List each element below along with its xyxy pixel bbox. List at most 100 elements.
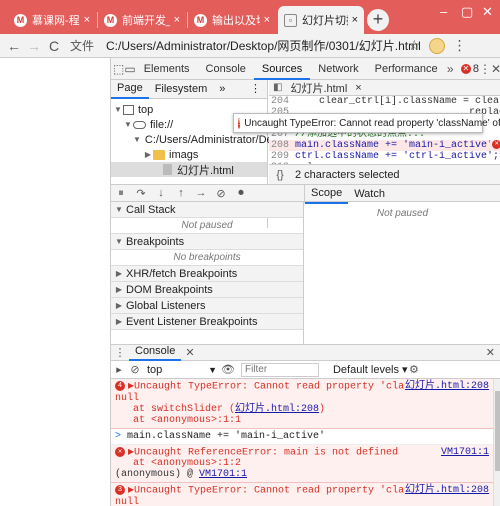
tree-item-file-html[interactable]: 幻灯片.html (111, 162, 267, 177)
console-sidebar-icon[interactable]: ▸ (111, 363, 127, 376)
tab-console[interactable]: Console (198, 58, 254, 80)
source-link[interactable]: 幻灯片.html:208 (404, 485, 489, 497)
editor-file-close-icon[interactable]: × (351, 82, 365, 94)
code-text: main.className += 'main-i_active'; (295, 140, 491, 151)
tab-close-icon[interactable]: × (84, 14, 90, 26)
tab-console-drawer[interactable]: Console (129, 344, 182, 361)
section-title: XHR/fetch Breakpoints (126, 267, 238, 280)
devtools-settings-icon[interactable]: ⋮ (479, 62, 491, 76)
pretty-print-icon[interactable]: {} (269, 169, 291, 181)
pause-on-exceptions-icon[interactable]: ⏺ (231, 187, 251, 200)
section-title: Breakpoints (126, 235, 185, 248)
live-expression-eye-icon[interactable]: 👁 (221, 363, 235, 376)
collapse-arrow-icon: ▶ (115, 301, 123, 310)
tab-performance[interactable]: Performance (367, 58, 446, 80)
source-link[interactable]: VM1701:1 (440, 446, 489, 458)
inspect-element-icon[interactable]: ⬚ (113, 62, 124, 76)
minimize-icon[interactable]: – (440, 4, 447, 19)
collapse-arrow-icon: ▶ (115, 269, 123, 278)
devtools-close-icon[interactable]: ✕ (491, 62, 500, 76)
tab-scope[interactable]: Scope (305, 185, 349, 204)
tab-watch[interactable]: Watch (348, 186, 391, 203)
console-settings-icon[interactable]: ⚙ (409, 363, 419, 376)
back-button[interactable]: ← (4, 38, 24, 54)
tree-item-folder-imags[interactable]: ▶ imags (111, 147, 267, 162)
drawer-tab-close-icon[interactable]: ✕ (185, 346, 194, 359)
more-navigator-tabs-icon[interactable]: » (213, 80, 231, 98)
console-scrollbar[interactable] (493, 379, 500, 506)
code-line: 209 ctrl.className += 'ctrl-i_active'; (269, 151, 500, 162)
tab-filesystem[interactable]: Filesystem (149, 80, 214, 98)
console-toolbar: ▸ ⊘ top ▼ 👁 Default levels ▾ ⚙ (111, 361, 500, 379)
section-xhr-breakpoints[interactable]: ▶ XHR/fetch Breakpoints (111, 266, 303, 282)
browser-tab-active[interactable]: ▫ 幻灯片切换 × (278, 6, 364, 34)
forward-button[interactable]: → (24, 38, 44, 54)
collapse-arrow-icon: ▶ (144, 150, 152, 159)
tab-close-icon[interactable]: × (264, 14, 270, 26)
line-number[interactable]: 209 (269, 151, 295, 162)
browser-tab-3[interactable]: M 输出以及切 × (188, 6, 276, 34)
console-error-message: 4 ▶Uncaught TypeError: Cannot read proper… (111, 379, 493, 429)
clear-console-icon[interactable]: ⊘ (127, 363, 143, 376)
section-dom-breakpoints[interactable]: ▶ DOM Breakpoints (111, 282, 303, 298)
breakpoints-empty: No breakpoints (111, 250, 303, 266)
tab-elements[interactable]: Elements (136, 58, 198, 80)
scrollbar-thumb[interactable] (495, 391, 500, 471)
tab-close-icon[interactable]: × (174, 14, 180, 26)
more-tabs-icon[interactable]: » (446, 62, 455, 76)
tree-item-folder-desktop[interactable]: ▼ C:/Users/Administrator/Deskto (111, 132, 293, 147)
step-over-icon[interactable]: ↷ (131, 187, 151, 200)
drawer-menu-icon[interactable]: ⋮ (111, 346, 129, 359)
device-toolbar-icon[interactable]: ▭ (124, 62, 135, 76)
new-tab-button[interactable]: + (367, 9, 389, 31)
browser-menu-icon[interactable]: ⋮ (453, 37, 467, 54)
toggle-navigator-icon[interactable]: ◧ (269, 82, 286, 93)
deactivate-breakpoints-icon[interactable]: ⊘ (211, 187, 231, 200)
tab-favicon-icon: M (194, 13, 207, 27)
section-breakpoints[interactable]: ▼ Breakpoints (111, 234, 303, 250)
debugger-sidebar: ▼ Call Stack Not paused ▼ Breakpoints No… (111, 202, 304, 344)
section-event-listener-breakpoints[interactable]: ▶ Event Listener Breakpoints (111, 314, 303, 330)
context-select[interactable]: top ▼ (147, 364, 217, 376)
expand-arrow-icon: ▼ (114, 105, 122, 114)
profile-avatar[interactable] (428, 37, 445, 54)
tab-sources[interactable]: Sources (253, 58, 311, 80)
url-text[interactable]: C:/Users/Administrator/Desktop/网页制作/0301… (106, 37, 421, 54)
console-filter-input[interactable] (240, 362, 319, 377)
tab-close-icon[interactable]: × (352, 14, 358, 26)
line-number[interactable]: 208 (269, 140, 295, 151)
folder-icon (153, 149, 165, 160)
address-bar[interactable]: 文件 C:/Users/Administrator/Desktop/网页制作/0… (70, 36, 421, 56)
repeat-count-badge: 3 (115, 485, 125, 496)
stack-link[interactable]: 幻灯片.html:208 (235, 404, 319, 415)
tab-page[interactable]: Page (111, 79, 149, 99)
pause-icon[interactable]: ⏸ (111, 187, 131, 200)
step-into-icon[interactable]: ↓ (151, 187, 171, 199)
bookmark-star-icon[interactable]: ☆ (408, 37, 421, 54)
code-view[interactable]: 204 clear_ctrl[i].className = clear_ctrl… (269, 96, 500, 173)
drawer-close-icon[interactable]: ✕ (486, 346, 495, 359)
error-count-badge[interactable]: ✕ 8 (460, 63, 479, 75)
line-error-icon[interactable]: ✕ (492, 140, 500, 149)
log-levels-select[interactable]: Default levels ▾ (333, 363, 409, 376)
maximize-icon[interactable]: ▢ (461, 4, 473, 20)
error-text[interactable]: ▶Uncaught ReferenceError: main is not de… (128, 447, 398, 458)
section-global-listeners[interactable]: ▶ Global Listeners (111, 298, 303, 314)
navigator-menu-icon[interactable]: ⋮ (244, 80, 267, 98)
window-close-icon[interactable]: ✕ (482, 4, 493, 20)
step-out-icon[interactable]: ↑ (171, 187, 191, 199)
browser-tab-2[interactable]: M 前端开发_人 × (98, 6, 186, 34)
collapse-arrow-icon: ▶ (115, 317, 123, 326)
reload-button[interactable]: C (44, 38, 64, 54)
browser-tab-1[interactable]: M 慕课网-程序 × (8, 6, 96, 34)
console-error-message: 3 ▶Uncaught TypeError: Cannot read proper… (111, 483, 493, 506)
tab-network[interactable]: Network (310, 58, 366, 80)
scheme-label: 文件 (70, 39, 95, 53)
section-call-stack[interactable]: ▼ Call Stack (111, 202, 303, 218)
line-number[interactable]: 204 (269, 96, 295, 107)
editor-file-tab[interactable]: 幻灯片.html (286, 80, 351, 96)
stack-link[interactable]: VM1701:1 (199, 469, 247, 480)
source-link[interactable]: 幻灯片.html:208 (404, 381, 489, 392)
step-icon[interactable]: → (191, 187, 211, 199)
stack-frame: at <anonymous>:1:1 (133, 414, 242, 426)
